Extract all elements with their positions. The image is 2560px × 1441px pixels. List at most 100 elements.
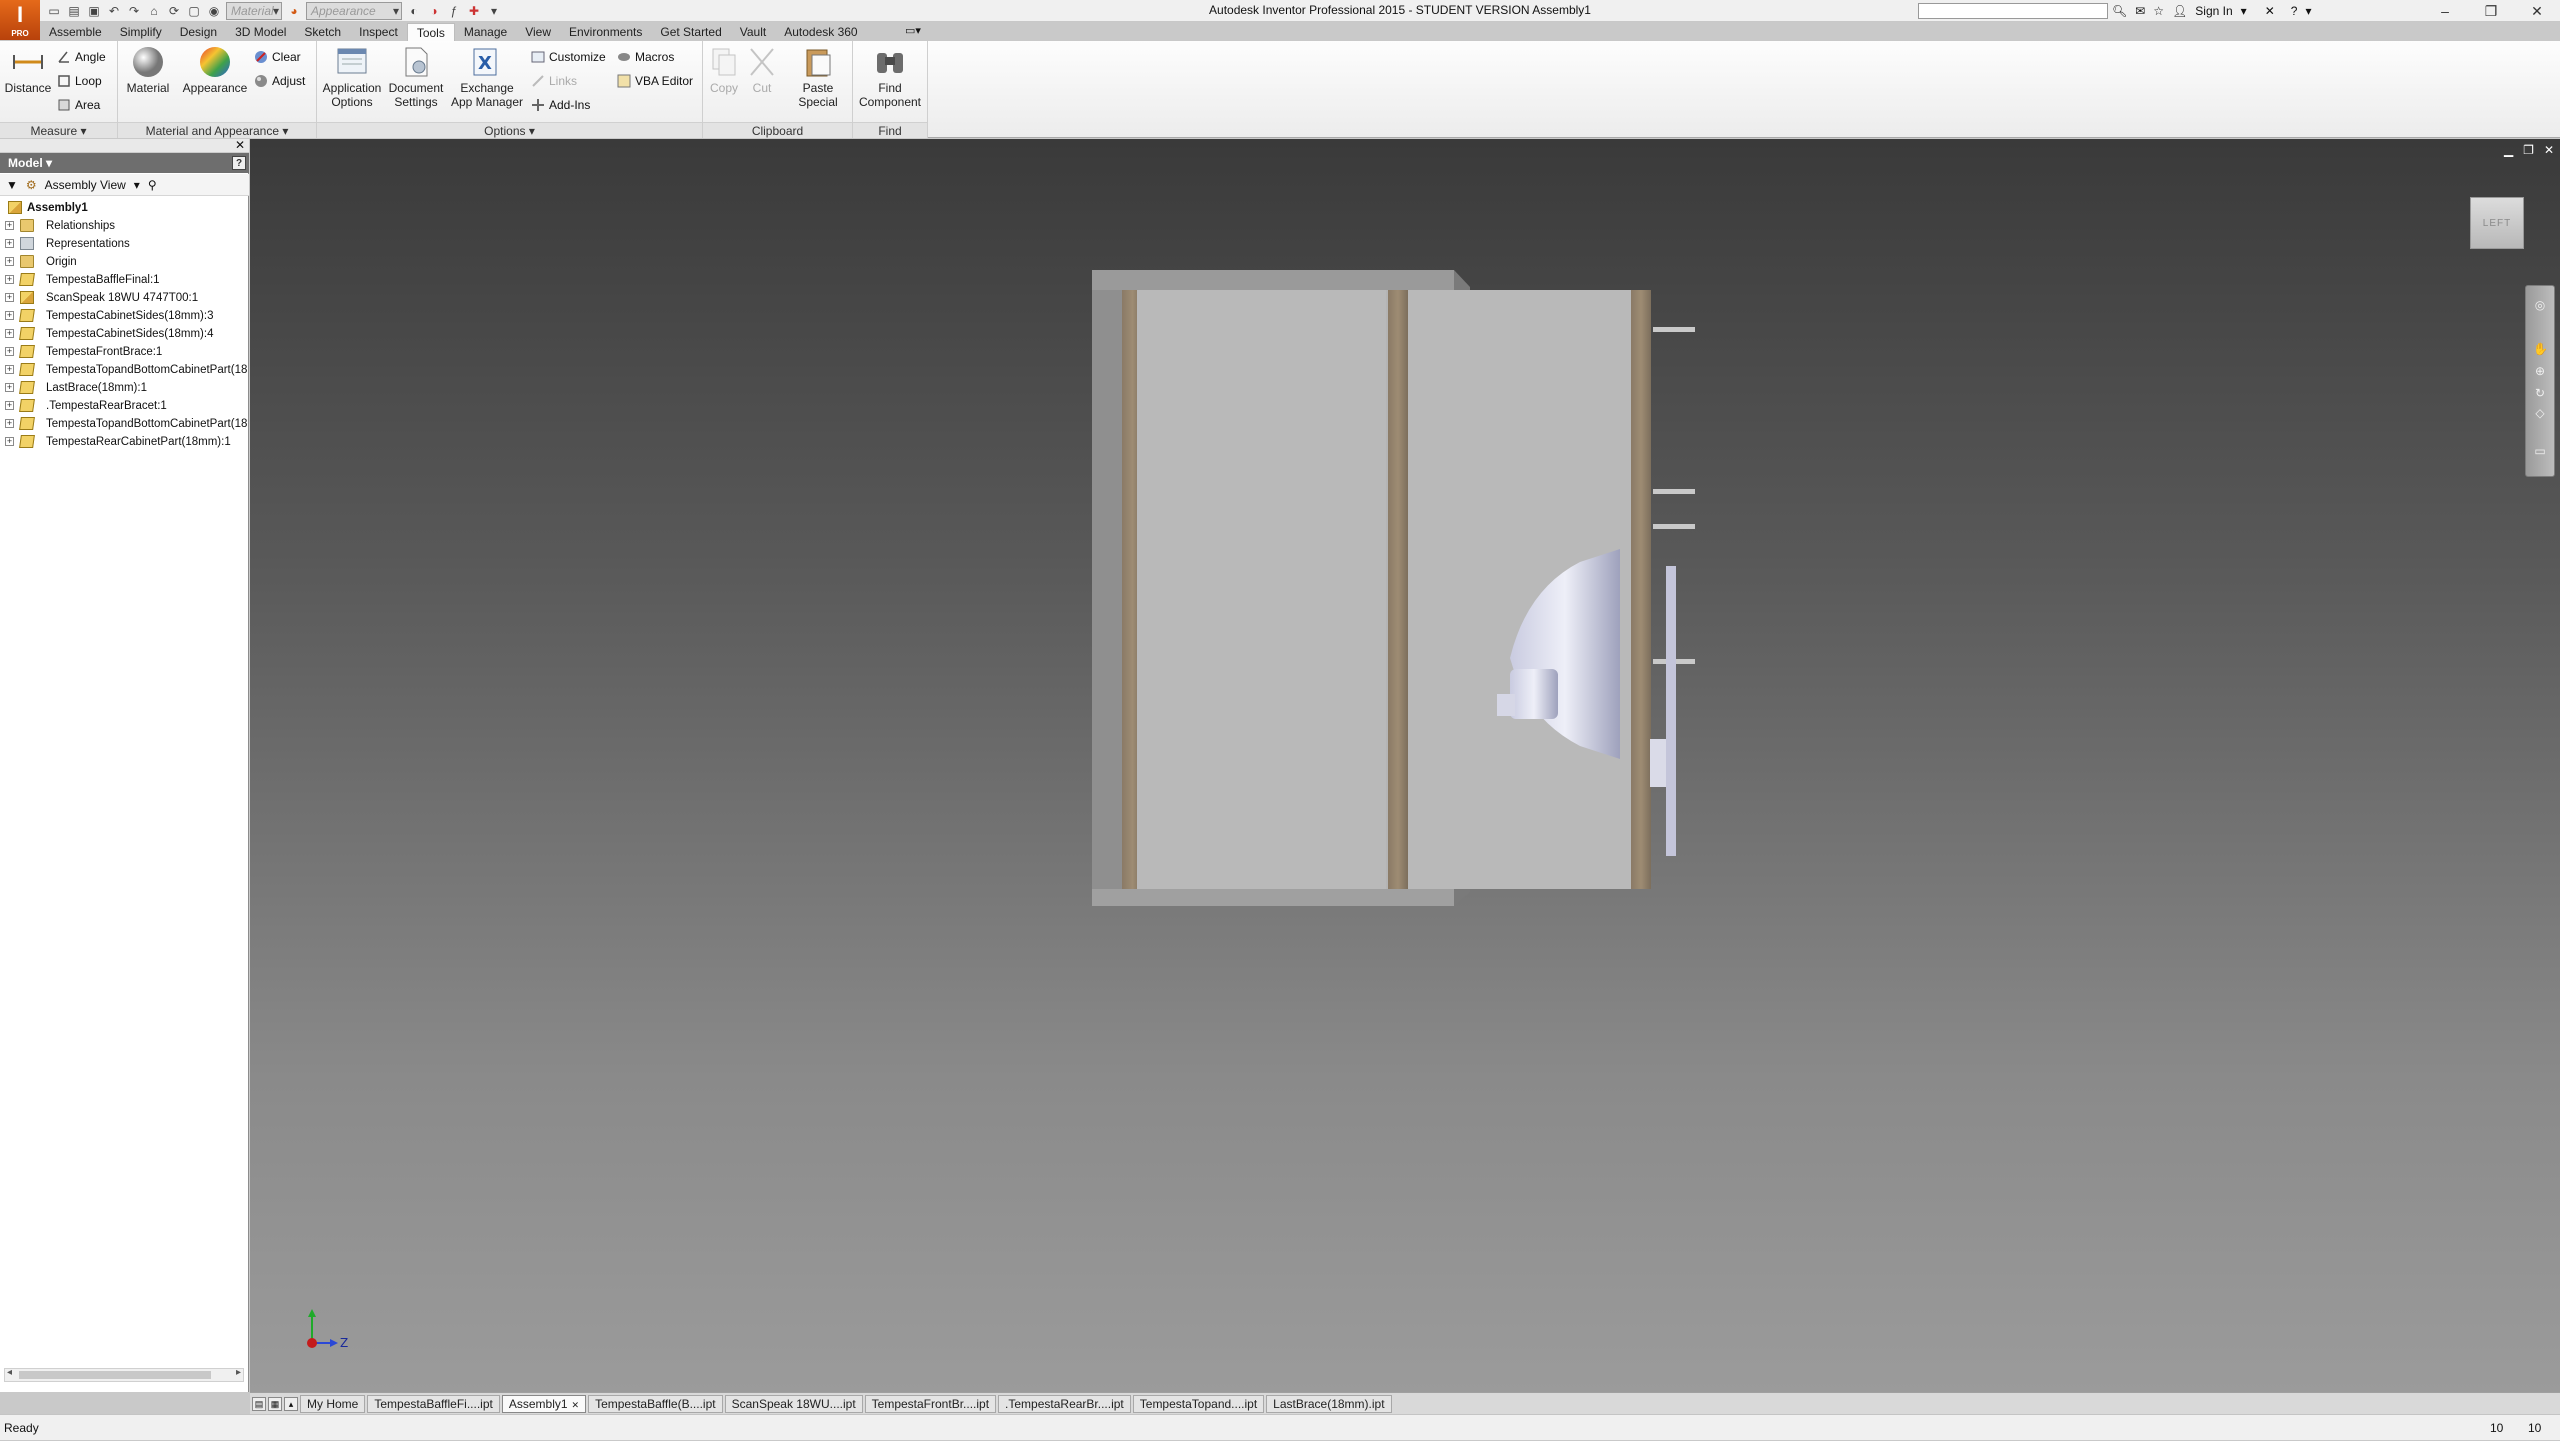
expand-icon[interactable]: + <box>5 437 14 446</box>
cut-button[interactable]: Cut <box>743 45 781 95</box>
assembly-view-dropdown[interactable]: Assembly View <box>45 178 126 192</box>
favorites-star-icon[interactable]: ☆ <box>2153 4 2164 18</box>
material-combo[interactable]: Material <box>226 2 282 20</box>
restore-icon[interactable]: ❐ <box>2468 0 2514 22</box>
ribbon-tab-design[interactable]: Design <box>171 23 226 41</box>
vba-editor-button[interactable]: VBA Editor <box>617 71 693 91</box>
scroll-right-icon[interactable]: ▸ <box>236 1367 241 1378</box>
ribbon-tab-sketch[interactable]: Sketch <box>295 23 350 41</box>
expand-icon[interactable]: + <box>5 347 14 356</box>
expand-icon[interactable]: + <box>5 401 14 410</box>
customize-qat-icon[interactable]: ▾ <box>486 3 502 19</box>
appearance-combo[interactable]: Appearance <box>306 2 402 20</box>
adjust-icon[interactable]: ◑ <box>426 3 442 19</box>
links-button[interactable]: Links <box>531 71 577 91</box>
expand-icon[interactable]: + <box>5 311 14 320</box>
tree-node[interactable]: + TempestaFrontBrace:1 <box>0 343 247 361</box>
tree-node[interactable]: + TempestaTopandBottomCabinetPart(18mm <box>0 415 247 433</box>
ribbon-tab-get-started[interactable]: Get Started <box>651 23 730 41</box>
document-tab[interactable]: TempestaBaffle(B....ipt <box>588 1394 723 1413</box>
material-appearance-panel-title[interactable]: Material and Appearance ▾ <box>118 122 316 138</box>
tree-node[interactable]: + ScanSpeak 18WU 4747T00:1 <box>0 289 247 307</box>
tree-node[interactable]: + TempestaTopandBottomCabinetPart(18mm <box>0 361 247 379</box>
help-icon[interactable]: ? <box>2291 4 2298 18</box>
tree-node[interactable]: + .TempestaRearBracet:1 <box>0 397 247 415</box>
help-dropdown-icon[interactable]: ▾ <box>2305 4 2311 18</box>
tree-node[interactable]: + TempestaRearCabinetPart(18mm):1 <box>0 433 247 451</box>
new-icon[interactable]: ▭ <box>46 3 62 19</box>
document-tab[interactable]: Assembly1 ✕ <box>501 1394 587 1413</box>
angle-button[interactable]: Angle <box>57 47 106 67</box>
tree-node[interactable]: + Representations <box>0 235 247 253</box>
tree-node[interactable]: + LastBrace(18mm):1 <box>0 379 247 397</box>
ribbon-tab-vault[interactable]: Vault <box>731 23 775 41</box>
redo-icon[interactable]: ↷ <box>126 3 142 19</box>
assembly-model[interactable] <box>250 139 2560 1392</box>
steering-wheel-icon[interactable]: ◎ <box>2533 298 2547 312</box>
ribbon-tab-inspect[interactable]: Inspect <box>350 23 407 41</box>
tile-windows-icon[interactable]: ▤ <box>252 1396 266 1411</box>
paste-special-button[interactable]: Paste Special <box>793 45 843 109</box>
graphics-viewport[interactable]: ▁ ❐ ✕ LEFT ◎ ✋ ⊕ ↻ ◇ ▭ Z <box>250 139 2560 1392</box>
document-tab[interactable]: TempestaTopand....ipt <box>1132 1394 1265 1413</box>
application-options-button[interactable]: Application Options <box>321 45 383 109</box>
copy-button[interactable]: Copy <box>705 45 743 95</box>
browser-grip[interactable]: ✕ <box>0 138 249 153</box>
viewcube[interactable]: LEFT <box>2470 197 2524 249</box>
tree-node[interactable]: + TempestaCabinetSides(18mm):4 <box>0 325 247 343</box>
expand-icon[interactable]: + <box>5 365 14 374</box>
expand-icon[interactable]: + <box>5 419 14 428</box>
open-documents-icon[interactable]: ▴ <box>284 1396 298 1411</box>
expand-icon[interactable]: + <box>5 383 14 392</box>
measure-panel-title[interactable]: Measure ▾ <box>0 122 117 138</box>
sign-in-dropdown-icon[interactable]: ▾ <box>2241 4 2247 18</box>
select-icon[interactable]: ▢ <box>186 3 202 19</box>
expand-icon[interactable]: + <box>5 293 14 302</box>
ribbon-tab-autodesk-360[interactable]: Autodesk 360 <box>775 23 866 41</box>
ribbon-tab-manage[interactable]: Manage <box>455 23 516 41</box>
document-tab[interactable]: ScanSpeak 18WU....ipt <box>724 1394 863 1413</box>
filter-icon[interactable]: ▼ <box>6 178 18 192</box>
expand-icon[interactable]: + <box>5 239 14 248</box>
look-at-icon[interactable]: ◇ <box>2533 406 2547 420</box>
tree-node[interactable]: + Origin <box>0 253 247 271</box>
undo-icon[interactable]: ↶ <box>106 3 122 19</box>
options-panel-title[interactable]: Options ▾ <box>317 122 702 138</box>
document-settings-button[interactable]: Document Settings <box>385 45 447 109</box>
document-tab[interactable]: My Home <box>300 1394 366 1413</box>
tree-node[interactable]: + TempestaCabinetSides(18mm):3 <box>0 307 247 325</box>
sign-in-link[interactable]: Sign In <box>2195 4 2232 18</box>
material-button[interactable]: Material <box>122 45 174 95</box>
open-icon[interactable]: ▤ <box>66 3 82 19</box>
ribbon-tab-tools[interactable]: Tools <box>406 23 455 41</box>
scroll-thumb[interactable] <box>19 1371 211 1379</box>
ribbon-display-toggle-icon[interactable]: ▭▾ <box>905 24 921 37</box>
browser-header[interactable]: Model ▾ ? <box>0 153 249 173</box>
ribbon-tab-view[interactable]: View <box>516 23 560 41</box>
pan-icon[interactable]: ✋ <box>2533 342 2548 356</box>
appearance-button[interactable]: Appearance <box>180 45 250 95</box>
exchange-apps-icon[interactable]: ✕ <box>2265 4 2275 18</box>
update-icon[interactable]: ⟳ <box>166 3 182 19</box>
document-tab[interactable]: TempestaBaffleFi....ipt <box>367 1394 500 1413</box>
tree-node[interactable]: + Relationships <box>0 217 247 235</box>
expand-icon[interactable]: + <box>5 221 14 230</box>
ribbon-tab-assemble[interactable]: Assemble <box>40 23 111 41</box>
ribbon-tab-3d-model[interactable]: 3D Model <box>226 23 295 41</box>
close-icon[interactable]: ✕ <box>2514 0 2560 22</box>
scroll-left-icon[interactable]: ◂ <box>7 1367 12 1378</box>
ribbon-tab-simplify[interactable]: Simplify <box>111 23 171 41</box>
browser-horizontal-scrollbar[interactable]: ◂ ▸ <box>4 1367 244 1382</box>
clear-appearance-icon[interactable]: ◐ <box>406 3 422 19</box>
viewport-restore-icon[interactable]: ❐ <box>2523 143 2534 157</box>
cascade-windows-icon[interactable]: ▦ <box>268 1396 282 1411</box>
customize-button[interactable]: Customize <box>531 47 606 67</box>
macros-button[interactable]: Macros <box>617 47 674 67</box>
browser-help-icon[interactable]: ? <box>232 156 246 170</box>
formula-icon[interactable]: ƒ <box>446 3 462 19</box>
viewport-minimize-icon[interactable]: ▁ <box>2504 143 2513 157</box>
communication-center-icon[interactable]: ✉ <box>2135 4 2145 18</box>
distance-button[interactable]: Distance <box>3 45 53 95</box>
orbit-icon[interactable]: ↻ <box>2533 386 2547 400</box>
browser-close-icon[interactable]: ✕ <box>235 138 245 152</box>
